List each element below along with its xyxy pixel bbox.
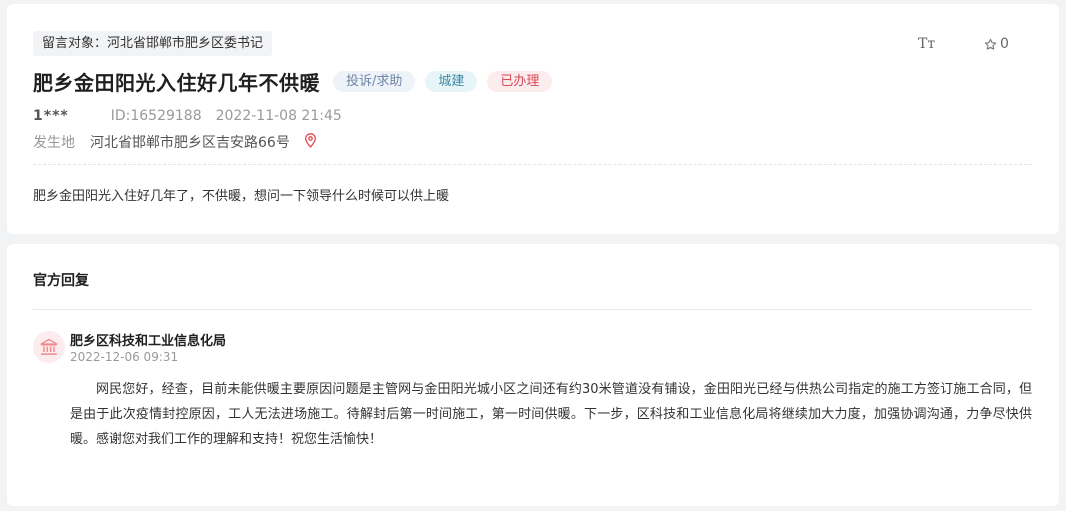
section-title: 官方回复 bbox=[33, 273, 89, 289]
meta-row: 1*** ID:16529188 2022-11-08 21:45 bbox=[33, 108, 342, 124]
location-address: 河北省邯郸市肥乡区吉安路66号 bbox=[90, 135, 290, 151]
divider bbox=[33, 309, 1032, 310]
favorite-button[interactable]: 0 bbox=[984, 36, 1009, 52]
domain-tag: 城建 bbox=[425, 70, 478, 92]
star-outline-icon bbox=[984, 38, 997, 50]
location-row: 发生地 河北省邯郸市肥乡区吉安路66号 bbox=[33, 132, 317, 152]
reply-text: 网民您好，经查，目前未能供暖主要原因问题是主管网与金田阳光城小区之间还有约30米… bbox=[70, 382, 1032, 447]
font-size-icon: Tт bbox=[918, 36, 936, 52]
title-row: 肥乡金田阳光入住好几年不供暖 投诉/求助 城建 已办理 bbox=[33, 66, 553, 96]
location-pin-icon[interactable] bbox=[304, 132, 317, 152]
message-card: 留言对象：河北省邯郸市肥乡区委书记 Tт 0 肥乡金田阳光入住好几年不供暖 投诉… bbox=[7, 4, 1059, 234]
message-datetime: 2022-11-08 21:45 bbox=[215, 108, 342, 124]
reply-date: 2022-12-06 09:31 bbox=[70, 350, 179, 364]
location-label: 发生地 bbox=[33, 135, 75, 151]
message-content: 肥乡金田阳光入住好几年了，不供暖，想问一下领导什么时候可以供上暖 bbox=[33, 189, 450, 204]
reply-org-name: 肥乡区科技和工业信息化局 bbox=[70, 334, 227, 349]
avatar bbox=[33, 331, 65, 363]
government-building-icon bbox=[40, 338, 58, 355]
recipient-badge: 留言对象：河北省邯郸市肥乡区委书记 bbox=[33, 31, 273, 56]
category-tag: 投诉/求助 bbox=[333, 70, 416, 92]
status-badge: 已办理 bbox=[487, 70, 553, 92]
message-title: 肥乡金田阳光入住好几年不供暖 bbox=[33, 70, 320, 95]
message-id: ID:16529188 bbox=[110, 108, 202, 124]
official-reply-card: 官方回复 肥乡区科技和工业信息化局 2022-12-06 09:31 网民您好，… bbox=[7, 244, 1059, 506]
author-name: 1*** bbox=[33, 108, 69, 124]
font-size-button[interactable]: Tт bbox=[918, 36, 935, 52]
divider bbox=[33, 164, 1032, 165]
favorite-count: 0 bbox=[1000, 36, 1009, 52]
